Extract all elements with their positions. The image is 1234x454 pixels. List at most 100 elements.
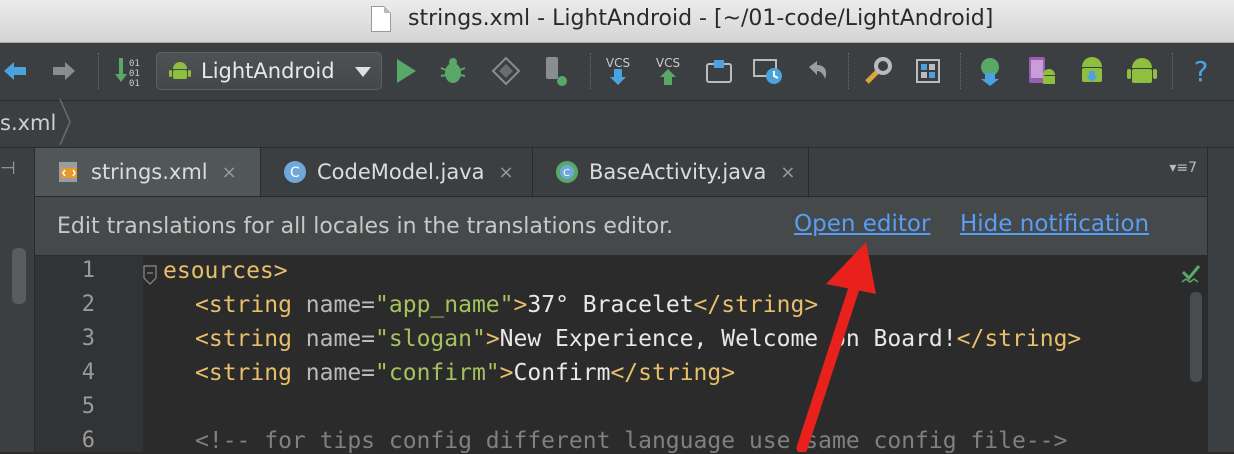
document-icon [371, 6, 391, 32]
debug-icon[interactable] [436, 51, 470, 91]
svg-text:01: 01 [129, 69, 140, 79]
vcs-commit-icon[interactable]: VCS [650, 51, 686, 91]
tab-codemodel-java[interactable]: C CodeModel.java × [261, 148, 533, 196]
line-number: 4 [81, 360, 95, 385]
project-structure-icon[interactable] [910, 51, 946, 91]
back-icon[interactable] [0, 51, 30, 91]
svg-text:C: C [290, 165, 300, 181]
svg-text:01: 01 [129, 79, 140, 88]
xml-comment: <!-- for tips config different language … [195, 428, 1068, 454]
editor-scrollbar[interactable] [1190, 292, 1202, 382]
xml-attribute-value: "slogan" [375, 326, 486, 352]
code-line: esources> [163, 258, 288, 284]
xml-attribute: name= [291, 292, 376, 318]
class-icon: C [284, 161, 306, 183]
xml-tag: esources> [163, 258, 288, 284]
vcs-compare-icon[interactable] [702, 51, 736, 91]
window-title: strings.xml - LightAndroid - [~/01-code/… [408, 6, 994, 31]
line-number: 2 [81, 292, 95, 317]
code-line: <string name="app_name">37° Bracelet</st… [195, 292, 818, 318]
android-icon [169, 62, 191, 79]
coverage-icon[interactable] [488, 51, 524, 91]
tab-baseactivity-java[interactable]: C BaseActivity.java × [533, 148, 809, 196]
line-number: 1 [81, 258, 95, 283]
xml-text: Confirm [513, 360, 611, 386]
inspection-ok-icon[interactable] [1180, 262, 1202, 284]
toolbar-separator [848, 53, 850, 89]
attach-debugger-icon[interactable] [538, 51, 572, 91]
collapse-icon[interactable]: ⊣ [0, 158, 18, 179]
close-icon[interactable]: × [780, 162, 795, 183]
line-number-gutter: 1 2 3 4 5 6 [35, 256, 143, 453]
code-line: <!-- for tips config different language … [195, 428, 1067, 454]
xml-tag: > [513, 292, 528, 318]
svg-text:C: C [563, 168, 570, 179]
tab-strings-xml[interactable]: strings.xml × [35, 148, 261, 196]
xml-tag: > [499, 360, 514, 386]
help-icon[interactable]: ? [1186, 51, 1216, 91]
forward-icon[interactable] [48, 51, 80, 91]
vcs-commit-label: VCS [655, 56, 681, 70]
xml-text: New Experience, Welcome on Board! [499, 326, 957, 352]
code-line: <string name="slogan">New Experience, We… [195, 326, 1081, 352]
xml-tag: > [485, 326, 500, 352]
run-configuration-label: LightAndroid [201, 59, 335, 83]
xml-attribute: name= [291, 326, 376, 352]
tab-overflow-button[interactable]: ▾≡7 [1169, 160, 1197, 176]
toolbar-separator [98, 53, 100, 89]
main-toolbar: 01 01 01 LightAndroid VCS VCS ? [0, 43, 1234, 101]
run-configuration-dropdown[interactable]: LightAndroid [156, 52, 382, 90]
xml-tag: <string [195, 360, 292, 386]
sdk-manager-icon[interactable] [1074, 51, 1110, 91]
scrollbar[interactable] [12, 248, 26, 304]
tab-label: CodeModel.java [317, 160, 485, 184]
xml-file-icon [59, 162, 77, 182]
line-number: 5 [81, 394, 95, 419]
vcs-history-icon[interactable] [750, 51, 786, 91]
hide-notification-link[interactable]: Hide notification [960, 211, 1149, 237]
line-number: 6 [81, 428, 95, 453]
tab-label: strings.xml [91, 160, 208, 184]
sync-gradle-icon[interactable] [972, 51, 1008, 91]
breadcrumb-item[interactable]: s.xml [0, 111, 56, 135]
xml-tag: <string [195, 292, 292, 318]
xml-tag: </string> [610, 360, 736, 386]
xml-tag: </string> [693, 292, 819, 318]
title-bar: strings.xml - LightAndroid - [~/01-code/… [0, 0, 1234, 43]
xml-tag: </string> [956, 326, 1082, 352]
android-monitor-icon[interactable] [1124, 51, 1160, 91]
xml-text: 37° Bracelet [527, 292, 694, 318]
close-icon[interactable]: × [499, 162, 514, 183]
notification-text: Edit translations for all locales in the… [57, 214, 674, 239]
right-tool-strip [1207, 148, 1234, 452]
avd-manager-icon[interactable] [1022, 51, 1060, 91]
activity-class-icon: C [556, 161, 578, 183]
line-number: 3 [81, 326, 95, 351]
breadcrumb: s.xml [0, 99, 1234, 148]
vcs-update-icon[interactable]: VCS [600, 51, 636, 91]
xml-attribute-value: "app_name" [375, 292, 514, 318]
xml-attribute: name= [291, 360, 376, 386]
toolbar-separator [590, 53, 592, 89]
make-project-icon[interactable]: 01 01 01 [108, 51, 148, 91]
run-icon[interactable] [390, 51, 422, 91]
xml-tag: <string [195, 326, 292, 352]
settings-icon[interactable] [860, 51, 896, 91]
breadcrumb-separator-icon [59, 99, 71, 145]
code-editor[interactable]: 1 2 3 4 5 6 esources> <string name="app_… [35, 256, 1207, 454]
vcs-update-label: VCS [605, 56, 631, 70]
tab-overflow-count: 7 [1188, 160, 1197, 176]
toolbar-separator [1172, 53, 1174, 89]
revert-icon[interactable] [800, 51, 834, 91]
code-line: <string name="confirm">Confirm</string> [195, 360, 735, 386]
notification-panel: Edit translations for all locales in the… [35, 197, 1207, 256]
close-icon[interactable]: × [222, 162, 237, 183]
toolbar-separator [960, 53, 962, 89]
fold-marker-icon[interactable] [143, 264, 157, 286]
open-editor-link[interactable]: Open editor [794, 211, 930, 237]
chevron-down-icon [355, 67, 371, 77]
tab-label: BaseActivity.java [589, 160, 767, 184]
left-tool-strip: ⊣ [0, 148, 35, 452]
svg-text:01: 01 [129, 59, 140, 69]
xml-attribute-value: "confirm" [375, 360, 500, 386]
